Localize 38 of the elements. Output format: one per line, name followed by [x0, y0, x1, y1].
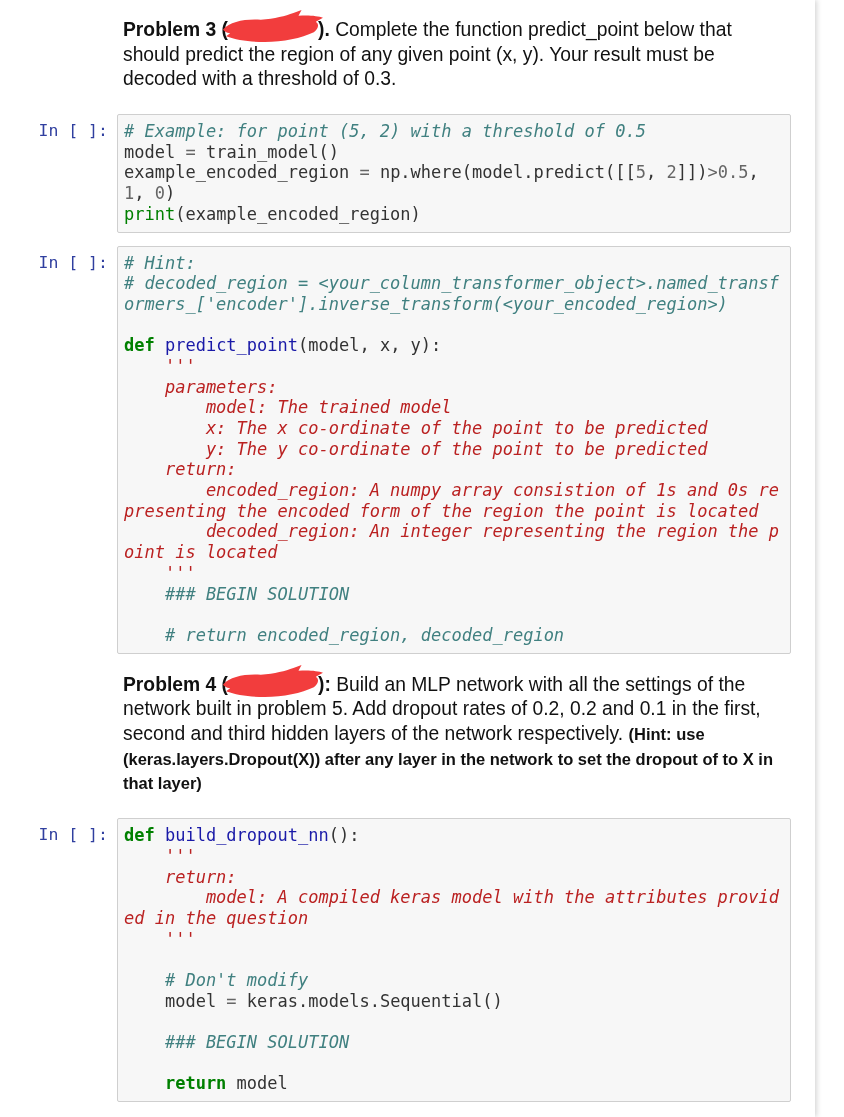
code-line: 1, 0): [124, 183, 176, 204]
code-line: def predict_point(model, x, y):: [124, 335, 442, 356]
code-line: x: The x co-ordinate of the point to be predicted: [205, 418, 708, 439]
code-line: ''': [164, 845, 196, 867]
cell-prompt: In [ ]:: [38, 252, 108, 274]
code-line: ''': [164, 562, 196, 584]
code-line: return:: [164, 459, 237, 481]
code-line: example_encoded_region = np.where(model.predict([[5, 2]])>0.5,: [124, 162, 759, 184]
code-line: return:: [164, 866, 237, 888]
code-line: parameters:: [164, 376, 278, 398]
code-editor[interactable]: # Example: for point (5, 2) with a threshold of 0.5 model = train_model() example_encoded_region = np.where(model.predict([[5, 2]])>0.5, 1, 0) print(example_encoded_region): [117, 114, 791, 233]
code-line: presenting the encoded form of the region the point is located: [124, 500, 759, 522]
code-line: ''': [164, 356, 196, 377]
cell-prompt: In [ ]:: [38, 121, 108, 142]
code-line: ed in the question: [124, 907, 309, 929]
code-line: model = train_model(): [124, 141, 339, 163]
code-editor[interactable]: def build_dropout_nn(): ''' return: model: A compiled keras model with the attributes provid ed in the question ''' # Don't modify model = keras.models.Sequential() ### BEGIN SOLUTION return model: [117, 818, 791, 1103]
code-line: model: A compiled keras model with the attributes provid: [205, 887, 780, 908]
code-line: return model: [164, 1073, 288, 1095]
code-line: ### BEGIN SOLUTION: [164, 583, 350, 605]
code-line: print(example_encoded_region): [124, 203, 421, 225]
code-line: model: The trained model: [205, 397, 452, 419]
code-editor[interactable]: [117, 245, 791, 654]
code-line: y: The y co-ordinate of the point to be predicted: [205, 438, 708, 460]
code-line: # Hint:: [124, 252, 196, 274]
code-line: encoded_region: A numpy array consistion of 1s and 0s re: [205, 480, 780, 501]
code-line: # return encoded_region, decoded_region: [164, 624, 565, 646]
code-line: ### BEGIN SOLUTION: [164, 1032, 350, 1053]
code-line: ormers_['encoder'].inverse_transform(<your_encoded_region>): [124, 293, 728, 315]
code-line: def build_dropout_nn():: [124, 825, 360, 846]
cell-prompt: In [ ]:: [38, 825, 108, 846]
code-line: # decoded_region = <your_column_transformer_object>.named_transf: [124, 273, 780, 294]
code-line: oint is located: [124, 542, 278, 563]
code-line: decoded_region: An integer representing the region the p: [205, 521, 780, 543]
code-line: # Example: for point (5, 2) with a threshold of 0.5: [124, 121, 646, 142]
code-line: model = keras.models.Sequential(): [164, 990, 503, 1012]
code-line: # Don't modify: [164, 969, 309, 991]
code-line: ''': [164, 928, 196, 950]
